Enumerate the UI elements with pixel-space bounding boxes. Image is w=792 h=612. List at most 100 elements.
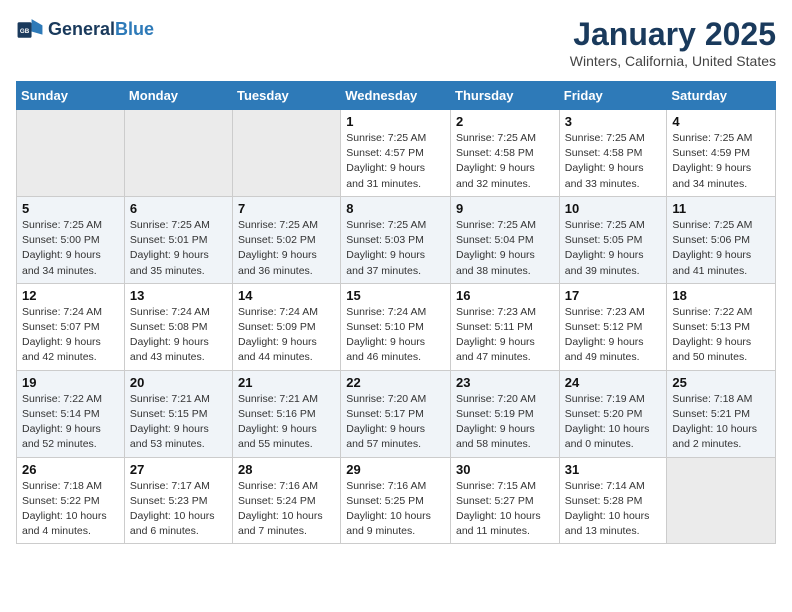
day-info: Sunrise: 7:20 AM Sunset: 5:19 PM Dayligh… <box>456 392 554 453</box>
calendar-cell: 23Sunrise: 7:20 AM Sunset: 5:19 PM Dayli… <box>451 370 560 457</box>
day-number: 11 <box>672 201 770 216</box>
calendar-cell: 9Sunrise: 7:25 AM Sunset: 5:04 PM Daylig… <box>451 196 560 283</box>
day-number: 12 <box>22 288 119 303</box>
day-number: 5 <box>22 201 119 216</box>
calendar-cell: 13 Sunrise: 7:24 AM Sunset: 5:08 PM Dayli… <box>124 283 232 370</box>
day-number: 20 <box>130 375 227 390</box>
week-row-4: 19 Sunrise: 7:22 AM Sunset: 5:14 PM Dayli… <box>17 370 776 457</box>
logo-icon: GB <box>16 16 44 44</box>
day-info: Sunrise: 7:19 AM Sunset: 5:20 PM Dayligh… <box>565 392 662 453</box>
day-info: Sunrise: 7:25 AM Sunset: 4:58 PM Dayligh… <box>456 131 554 192</box>
calendar-cell: 28Sunrise: 7:16 AM Sunset: 5:24 PM Dayli… <box>233 457 341 544</box>
day-number: 18 <box>672 288 770 303</box>
header-sunday: Sunday <box>17 82 125 110</box>
day-number: 2 <box>456 114 554 129</box>
calendar-cell: 31Sunrise: 7:14 AM Sunset: 5:28 PM Dayli… <box>559 457 667 544</box>
day-info: Sunrise: 7:16 AM Sunset: 5:25 PM Dayligh… <box>346 479 445 540</box>
calendar-cell: 11 Sunrise: 7:25 AM Sunset: 5:06 PM Dayli… <box>667 196 776 283</box>
day-info: Sunrise: 7:21 AM Sunset: 5:15 PM Dayligh… <box>130 392 227 453</box>
title-area: January 2025 Winters, California, United… <box>570 16 776 69</box>
day-info: Sunrise: 7:24 AM Sunset: 5:08 PM Dayligh… <box>130 305 227 366</box>
calendar-cell: 18 Sunrise: 7:22 AM Sunset: 5:13 PM Dayli… <box>667 283 776 370</box>
day-info: Sunrise: 7:16 AM Sunset: 5:24 PM Dayligh… <box>238 479 335 540</box>
day-number: 27 <box>130 462 227 477</box>
day-number: 19 <box>22 375 119 390</box>
calendar-cell: 27Sunrise: 7:17 AM Sunset: 5:23 PM Dayli… <box>124 457 232 544</box>
calendar-cell: 22Sunrise: 7:20 AM Sunset: 5:17 PM Dayli… <box>341 370 451 457</box>
header-friday: Friday <box>559 82 667 110</box>
day-info: Sunrise: 7:24 AM Sunset: 5:07 PM Dayligh… <box>22 305 119 366</box>
day-number: 13 <box>130 288 227 303</box>
logo-line1: GeneralBlue <box>48 20 154 40</box>
day-number: 21 <box>238 375 335 390</box>
calendar-cell: 19 Sunrise: 7:22 AM Sunset: 5:14 PM Dayli… <box>17 370 125 457</box>
day-info: Sunrise: 7:25 AM Sunset: 5:01 PM Dayligh… <box>130 218 227 279</box>
day-info: Sunrise: 7:24 AM Sunset: 5:09 PM Dayligh… <box>238 305 335 366</box>
calendar-cell: 26Sunrise: 7:18 AM Sunset: 5:22 PM Dayli… <box>17 457 125 544</box>
calendar-title: January 2025 <box>570 16 776 53</box>
header: GB GeneralBlue January 2025 Winters, Cal… <box>16 16 776 69</box>
day-number: 1 <box>346 114 445 129</box>
calendar-cell: 29 Sunrise: 7:16 AM Sunset: 5:25 PM Dayli… <box>341 457 451 544</box>
day-number: 17 <box>565 288 662 303</box>
day-info: Sunrise: 7:25 AM Sunset: 5:02 PM Dayligh… <box>238 218 335 279</box>
calendar-cell: 30Sunrise: 7:15 AM Sunset: 5:27 PM Dayli… <box>451 457 560 544</box>
day-info: Sunrise: 7:15 AM Sunset: 5:27 PM Dayligh… <box>456 479 554 540</box>
day-info: Sunrise: 7:22 AM Sunset: 5:13 PM Dayligh… <box>672 305 770 366</box>
day-number: 10 <box>565 201 662 216</box>
calendar-cell: 1 Sunrise: 7:25 AM Sunset: 4:57 PM Daylig… <box>341 110 451 197</box>
day-number: 22 <box>346 375 445 390</box>
calendar-cell: 2 Sunrise: 7:25 AM Sunset: 4:58 PM Daylig… <box>451 110 560 197</box>
day-info: Sunrise: 7:23 AM Sunset: 5:11 PM Dayligh… <box>456 305 554 366</box>
calendar-cell <box>17 110 125 197</box>
logo: GB GeneralBlue <box>16 16 154 44</box>
week-row-1: 1 Sunrise: 7:25 AM Sunset: 4:57 PM Daylig… <box>17 110 776 197</box>
calendar-cell: 14 Sunrise: 7:24 AM Sunset: 5:09 PM Dayli… <box>233 283 341 370</box>
day-info: Sunrise: 7:21 AM Sunset: 5:16 PM Dayligh… <box>238 392 335 453</box>
day-info: Sunrise: 7:25 AM Sunset: 5:00 PM Dayligh… <box>22 218 119 279</box>
calendar-cell <box>667 457 776 544</box>
day-info: Sunrise: 7:25 AM Sunset: 4:59 PM Dayligh… <box>672 131 770 192</box>
calendar-cell: 5 Sunrise: 7:25 AM Sunset: 5:00 PM Daylig… <box>17 196 125 283</box>
calendar-cell: 4 Sunrise: 7:25 AM Sunset: 4:59 PM Daylig… <box>667 110 776 197</box>
day-number: 29 <box>346 462 445 477</box>
calendar-cell: 10 Sunrise: 7:25 AM Sunset: 5:05 PM Dayli… <box>559 196 667 283</box>
header-saturday: Saturday <box>667 82 776 110</box>
calendar-cell: 6Sunrise: 7:25 AM Sunset: 5:01 PM Daylig… <box>124 196 232 283</box>
header-monday: Monday <box>124 82 232 110</box>
day-number: 9 <box>456 201 554 216</box>
day-info: Sunrise: 7:25 AM Sunset: 5:03 PM Dayligh… <box>346 218 445 279</box>
header-wednesday: Wednesday <box>341 82 451 110</box>
day-number: 16 <box>456 288 554 303</box>
week-row-2: 5 Sunrise: 7:25 AM Sunset: 5:00 PM Daylig… <box>17 196 776 283</box>
svg-text:GB: GB <box>20 28 30 35</box>
day-number: 25 <box>672 375 770 390</box>
day-number: 4 <box>672 114 770 129</box>
calendar-cell: 8 Sunrise: 7:25 AM Sunset: 5:03 PM Daylig… <box>341 196 451 283</box>
day-info: Sunrise: 7:18 AM Sunset: 5:22 PM Dayligh… <box>22 479 119 540</box>
day-number: 14 <box>238 288 335 303</box>
calendar-cell: 7 Sunrise: 7:25 AM Sunset: 5:02 PM Daylig… <box>233 196 341 283</box>
day-info: Sunrise: 7:18 AM Sunset: 5:21 PM Dayligh… <box>672 392 770 453</box>
week-row-3: 12 Sunrise: 7:24 AM Sunset: 5:07 PM Dayli… <box>17 283 776 370</box>
header-tuesday: Tuesday <box>233 82 341 110</box>
day-info: Sunrise: 7:25 AM Sunset: 5:05 PM Dayligh… <box>565 218 662 279</box>
day-info: Sunrise: 7:25 AM Sunset: 4:57 PM Dayligh… <box>346 131 445 192</box>
calendar-cell: 20 Sunrise: 7:21 AM Sunset: 5:15 PM Dayli… <box>124 370 232 457</box>
calendar-subtitle: Winters, California, United States <box>570 53 776 69</box>
week-row-5: 26Sunrise: 7:18 AM Sunset: 5:22 PM Dayli… <box>17 457 776 544</box>
day-info: Sunrise: 7:23 AM Sunset: 5:12 PM Dayligh… <box>565 305 662 366</box>
day-number: 7 <box>238 201 335 216</box>
calendar-cell: 3Sunrise: 7:25 AM Sunset: 4:58 PM Daylig… <box>559 110 667 197</box>
day-number: 8 <box>346 201 445 216</box>
day-info: Sunrise: 7:22 AM Sunset: 5:14 PM Dayligh… <box>22 392 119 453</box>
calendar-cell: 24Sunrise: 7:19 AM Sunset: 5:20 PM Dayli… <box>559 370 667 457</box>
calendar-cell: 16 Sunrise: 7:23 AM Sunset: 5:11 PM Dayli… <box>451 283 560 370</box>
calendar-cell: 17 Sunrise: 7:23 AM Sunset: 5:12 PM Dayli… <box>559 283 667 370</box>
calendar-cell: 25 Sunrise: 7:18 AM Sunset: 5:21 PM Dayli… <box>667 370 776 457</box>
calendar-cell: 21 Sunrise: 7:21 AM Sunset: 5:16 PM Dayli… <box>233 370 341 457</box>
calendar-cell: 12 Sunrise: 7:24 AM Sunset: 5:07 PM Dayli… <box>17 283 125 370</box>
day-info: Sunrise: 7:25 AM Sunset: 5:06 PM Dayligh… <box>672 218 770 279</box>
day-info: Sunrise: 7:14 AM Sunset: 5:28 PM Dayligh… <box>565 479 662 540</box>
day-info: Sunrise: 7:24 AM Sunset: 5:10 PM Dayligh… <box>346 305 445 366</box>
